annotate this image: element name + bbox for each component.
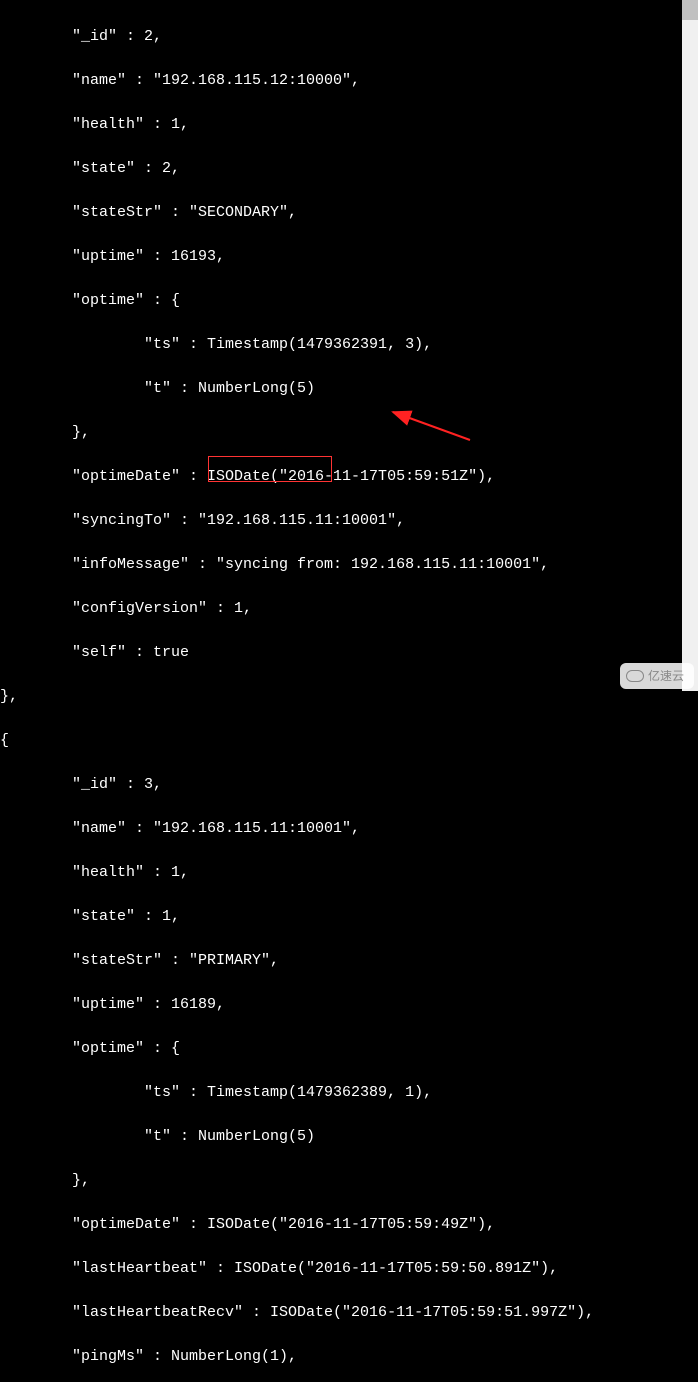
terminal-output: "_id" : 2, "name" : "192.168.115.12:1000… xyxy=(0,0,698,1382)
code-line: "optime" : { xyxy=(0,1038,698,1060)
code-line: }, xyxy=(0,1170,698,1192)
vertical-scrollbar[interactable] xyxy=(682,0,698,691)
code-line: "lastHeartbeat" : ISODate("2016-11-17T05… xyxy=(0,1258,698,1280)
code-line: "_id" : 3, xyxy=(0,774,698,796)
code-line: "state" : 1, xyxy=(0,906,698,928)
code-line: "t" : NumberLong(5) xyxy=(0,1126,698,1148)
code-line: "lastHeartbeatRecv" : ISODate("2016-11-1… xyxy=(0,1302,698,1324)
code-line: "ts" : Timestamp(1479362389, 1), xyxy=(0,1082,698,1104)
code-line: "optimeDate" : ISODate("2016-11-17T05:59… xyxy=(0,1214,698,1236)
code-line: "optime" : { xyxy=(0,290,698,312)
code-line: "configVersion" : 1, xyxy=(0,598,698,620)
code-line: "stateStr" : "SECONDARY", xyxy=(0,202,698,224)
code-line: "health" : 1, xyxy=(0,862,698,884)
code-line: "syncingTo" : "192.168.115.11:10001", xyxy=(0,510,698,532)
code-line: "pingMs" : NumberLong(1), xyxy=(0,1346,698,1368)
code-line: "uptime" : 16193, xyxy=(0,246,698,268)
scrollbar-thumb[interactable] xyxy=(682,0,698,20)
code-line: "ts" : Timestamp(1479362391, 3), xyxy=(0,334,698,356)
watermark-badge: 亿速云 xyxy=(620,663,694,689)
code-line: { xyxy=(0,730,698,752)
code-line: "state" : 2, xyxy=(0,158,698,180)
code-line: "name" : "192.168.115.11:10001", xyxy=(0,818,698,840)
code-line: "uptime" : 16189, xyxy=(0,994,698,1016)
code-line: "optimeDate" : ISODate("2016-11-17T05:59… xyxy=(0,466,698,488)
watermark-text: 亿速云 xyxy=(648,665,684,687)
code-line: "name" : "192.168.115.12:10000", xyxy=(0,70,698,92)
cloud-icon xyxy=(626,670,644,682)
code-line: "self" : true xyxy=(0,642,698,664)
code-line: }, xyxy=(0,422,698,444)
code-line: }, xyxy=(0,686,698,708)
code-line: "_id" : 2, xyxy=(0,26,698,48)
primary-value: "PRIMARY", xyxy=(189,952,279,969)
code-line: "health" : 1, xyxy=(0,114,698,136)
statestr-key: "stateStr" : xyxy=(0,952,189,969)
code-line: "infoMessage" : "syncing from: 192.168.1… xyxy=(0,554,698,576)
code-line: "t" : NumberLong(5) xyxy=(0,378,698,400)
code-line: "stateStr" : "PRIMARY", xyxy=(0,950,698,972)
